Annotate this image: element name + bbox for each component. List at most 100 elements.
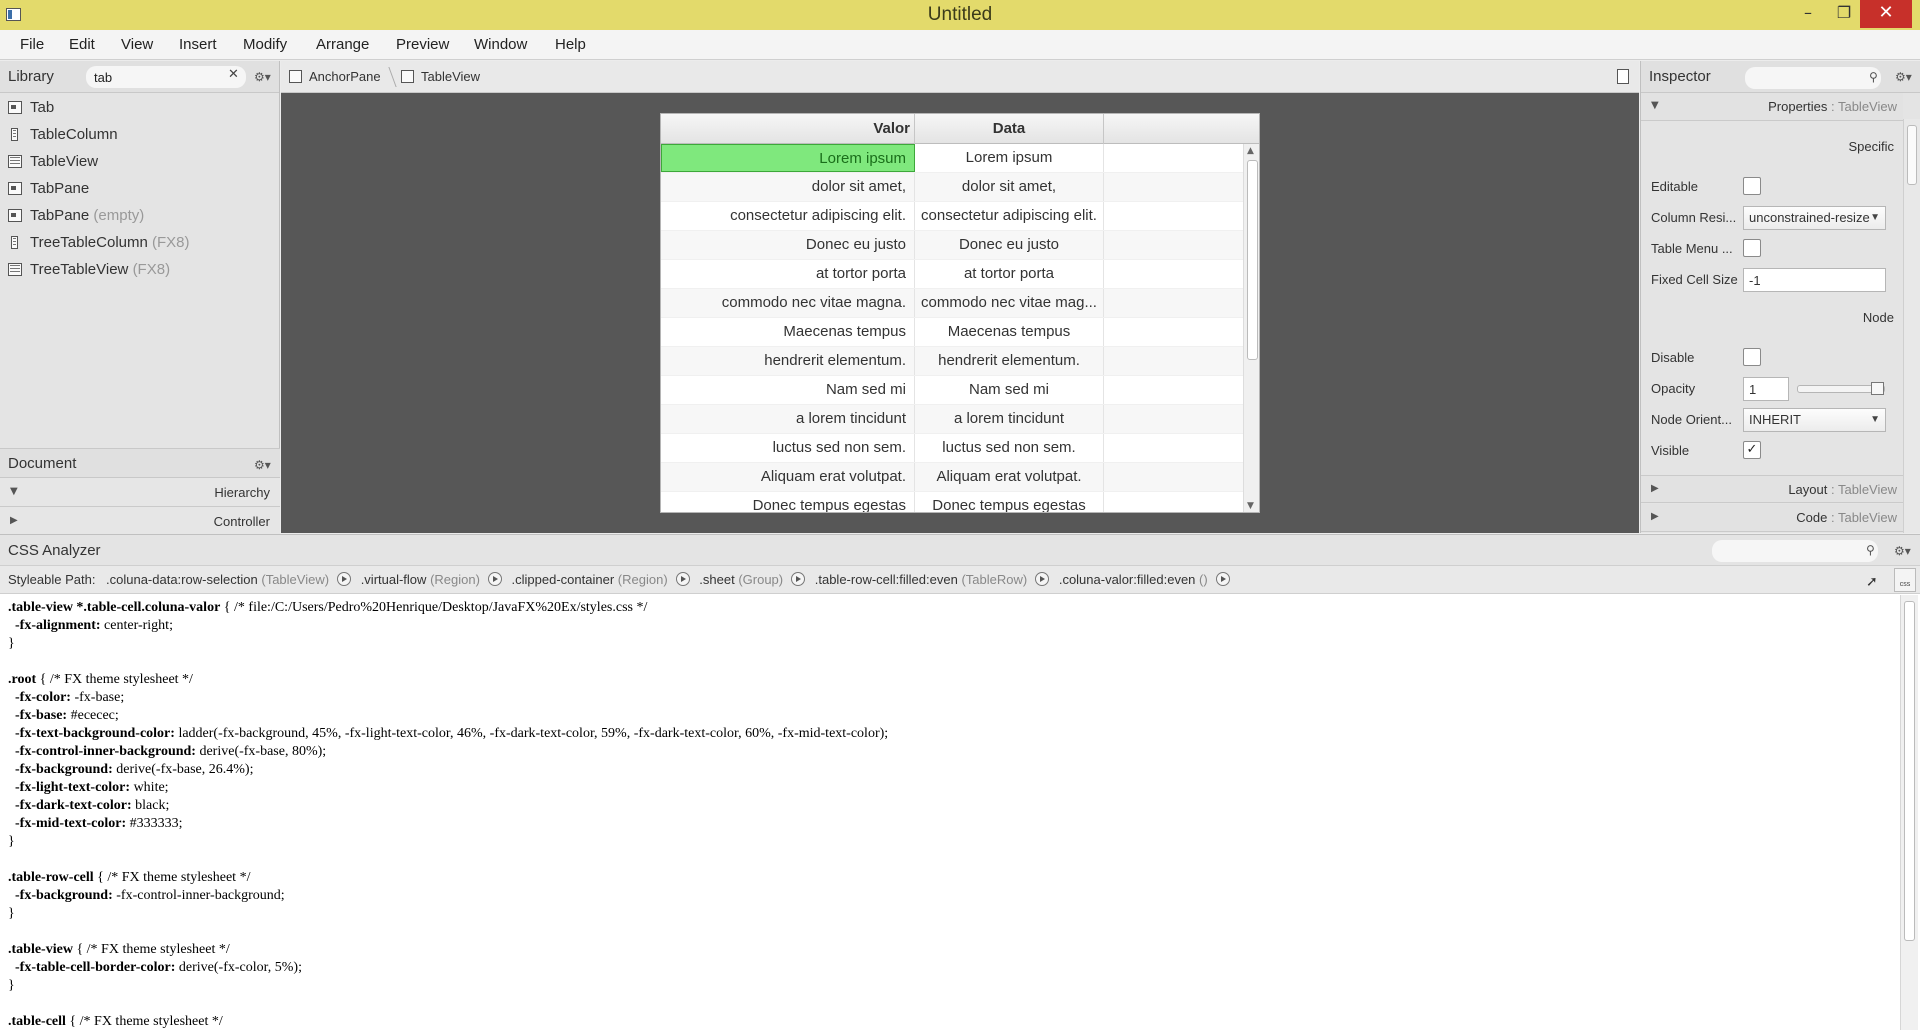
css-analyzer-gear-icon[interactable]: ⚙▾ (1894, 544, 1911, 558)
column-header-valor[interactable]: Valor (661, 114, 915, 144)
node-orientation-select[interactable]: INHERIT ▼ (1743, 408, 1886, 432)
scroll-up-icon[interactable]: ▲ (1247, 146, 1254, 156)
menu-file[interactable]: File (20, 30, 44, 60)
table-menu-checkbox[interactable] (1743, 239, 1761, 257)
cell-data[interactable]: consectetur adipiscing elit. (915, 202, 1104, 230)
controller-section[interactable]: ▶ Controller (0, 507, 280, 536)
library-gear-icon[interactable]: ⚙▾ (254, 70, 271, 84)
document-icon[interactable] (1617, 69, 1629, 84)
cell-valor[interactable]: a lorem tincidunt (661, 405, 915, 433)
cell-valor[interactable]: Lorem ipsum (661, 144, 915, 172)
inspector-search-input[interactable] (1745, 67, 1881, 89)
column-header-data[interactable]: Data (915, 114, 1104, 144)
path-item[interactable]: .virtual-flow (Region) (361, 566, 480, 593)
library-item-tabpane[interactable]: TabPane (0, 175, 279, 202)
inspector-gear-icon[interactable]: ⚙▾ (1895, 70, 1912, 84)
table-row[interactable]: Maecenas tempus Maecenas tempus (661, 318, 1243, 347)
scrollbar-thumb[interactable] (1907, 125, 1917, 185)
cell-data[interactable]: commodo nec vitae mag... (915, 289, 1104, 317)
fixed-cell-size-input[interactable] (1743, 268, 1886, 292)
document-gear-icon[interactable]: ⚙▾ (254, 458, 271, 472)
table-row[interactable]: dolor sit amet, dolor sit amet, (661, 173, 1243, 202)
table-row[interactable]: at tortor porta at tortor porta (661, 260, 1243, 289)
cell-data[interactable]: Lorem ipsum (915, 144, 1104, 172)
table-row[interactable]: a lorem tincidunt a lorem tincidunt (661, 405, 1243, 434)
menu-preview[interactable]: Preview (396, 30, 449, 60)
path-arrow-icon[interactable] (487, 572, 502, 586)
table-row[interactable]: Donec eu justo Donec eu justo (661, 231, 1243, 260)
menu-arrange[interactable]: Arrange (316, 30, 369, 60)
library-item-treetableview[interactable]: TreeTableView (FX8) (0, 256, 279, 283)
slider-knob[interactable] (1871, 382, 1884, 395)
cell-data[interactable]: dolor sit amet, (915, 173, 1104, 201)
cell-data[interactable]: Maecenas tempus (915, 318, 1104, 346)
pick-cursor-icon[interactable]: ➚ (1866, 573, 1878, 590)
layout-section[interactable]: ▶ Layout : TableView (1641, 475, 1903, 503)
maximize-button[interactable]: ❐ (1826, 0, 1862, 28)
close-button[interactable]: ✕ (1860, 0, 1912, 28)
table-view[interactable]: Valor Data Lorem ipsum Lorem ipsum dolor … (660, 113, 1260, 513)
cell-valor[interactable]: consectetur adipiscing elit. (661, 202, 915, 230)
hierarchy-section[interactable]: ▼ Hierarchy (0, 478, 280, 507)
path-arrow-icon[interactable] (337, 572, 352, 586)
editable-checkbox[interactable] (1743, 177, 1761, 195)
opacity-input[interactable] (1743, 377, 1789, 401)
breadcrumb-tableview[interactable]: TableView (421, 61, 480, 93)
menu-help[interactable]: Help (555, 30, 586, 60)
visible-checkbox[interactable]: ✓ (1743, 441, 1761, 459)
table-row[interactable]: consectetur adipiscing elit. consectetur … (661, 202, 1243, 231)
library-item-tablecolumn[interactable]: TableColumn (0, 121, 279, 148)
table-row[interactable]: luctus sed non sem. luctus sed non sem. (661, 434, 1243, 463)
disable-checkbox[interactable] (1743, 348, 1761, 366)
clear-search-icon[interactable]: ✕ (228, 67, 239, 82)
column-resize-select[interactable]: unconstrained-resize ▼ (1743, 206, 1886, 230)
table-row[interactable]: Nam sed mi Nam sed mi (661, 376, 1243, 405)
cell-data[interactable]: hendrerit elementum. (915, 347, 1104, 375)
menu-modify[interactable]: Modify (243, 30, 287, 60)
table-row[interactable]: Lorem ipsum Lorem ipsum (661, 144, 1243, 173)
path-arrow-icon[interactable] (1215, 572, 1230, 586)
path-arrow-icon[interactable] (791, 572, 806, 586)
cell-data[interactable]: Donec tempus egestas (915, 492, 1104, 512)
minimize-button[interactable]: – (1790, 0, 1826, 28)
cell-valor[interactable]: Donec tempus egestas (661, 492, 915, 512)
cell-valor[interactable]: luctus sed non sem. (661, 434, 915, 462)
scroll-down-icon[interactable]: ▼ (1247, 501, 1254, 511)
cell-valor[interactable]: at tortor porta (661, 260, 915, 288)
menu-view[interactable]: View (121, 30, 153, 60)
code-scrollbar[interactable] (1900, 595, 1918, 1030)
scrollbar-thumb[interactable] (1904, 601, 1915, 941)
library-item-tabpane-empty[interactable]: TabPane (empty) (0, 202, 279, 229)
path-item[interactable]: .table-row-cell:filled:even (TableRow) (815, 566, 1027, 593)
properties-section[interactable]: ▼ Properties : TableView (1641, 93, 1903, 121)
path-item[interactable]: .clipped-container (Region) (512, 566, 668, 593)
path-item[interactable]: .coluna-valor:filled:even () (1059, 566, 1208, 593)
cell-valor[interactable]: hendrerit elementum. (661, 347, 915, 375)
cell-data[interactable]: Aliquam erat volutpat. (915, 463, 1104, 491)
opacity-slider[interactable] (1797, 382, 1885, 395)
path-item[interactable]: .coluna-data:row-selection (TableView) (106, 566, 329, 593)
library-item-treetablecolumn[interactable]: TreeTableColumn (FX8) (0, 229, 279, 256)
menu-edit[interactable]: Edit (69, 30, 95, 60)
table-row[interactable]: Aliquam erat volutpat. Aliquam erat volut… (661, 463, 1243, 492)
table-row[interactable]: Donec tempus egestas Donec tempus egestas (661, 492, 1243, 512)
path-arrow-icon[interactable] (675, 572, 690, 586)
table-row[interactable]: commodo nec vitae magna. commodo nec vita… (661, 289, 1243, 318)
cell-data[interactable]: Nam sed mi (915, 376, 1104, 404)
code-section[interactable]: ▶ Code : TableView (1641, 504, 1903, 532)
cell-valor[interactable]: Maecenas tempus (661, 318, 915, 346)
css-toggle-button[interactable]: css (1894, 568, 1916, 592)
cell-data[interactable]: a lorem tincidunt (915, 405, 1104, 433)
table-row[interactable]: hendrerit elementum. hendrerit elementum. (661, 347, 1243, 376)
scrollbar-thumb[interactable] (1247, 160, 1258, 360)
cell-data[interactable]: Donec eu justo (915, 231, 1104, 259)
menu-window[interactable]: Window (474, 30, 527, 60)
css-analyzer-search-input[interactable] (1712, 540, 1878, 562)
cell-data[interactable]: at tortor porta (915, 260, 1104, 288)
table-scrollbar[interactable]: ▲ ▼ (1243, 144, 1259, 512)
menu-insert[interactable]: Insert (179, 30, 217, 60)
cell-valor[interactable]: Nam sed mi (661, 376, 915, 404)
breadcrumb-anchorpane[interactable]: AnchorPane (309, 61, 381, 93)
cell-valor[interactable]: Donec eu justo (661, 231, 915, 259)
library-item-tab[interactable]: Tab (0, 94, 279, 121)
